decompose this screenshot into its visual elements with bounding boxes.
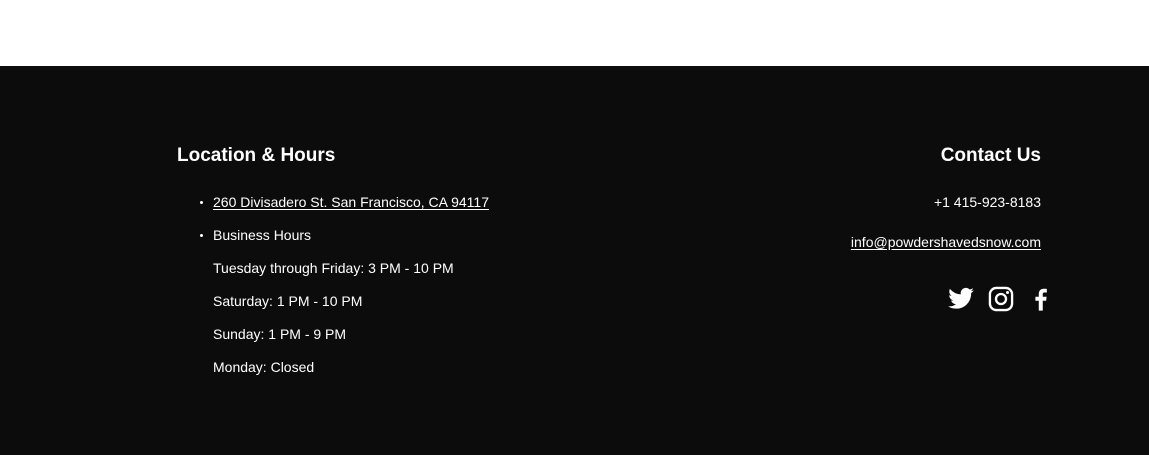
- location-hours-section: Location & Hours 260 Divisadero St. San …: [177, 144, 597, 375]
- hours-tuesday-friday: Tuesday through Friday: 3 PM - 10 PM: [213, 260, 454, 276]
- twitter-icon[interactable]: [947, 285, 975, 313]
- contact-section: Contact Us +1 415-923-8183 info@powdersh…: [741, 144, 1047, 312]
- hours-sunday: Sunday: 1 PM - 9 PM: [213, 326, 347, 342]
- location-hours-list: 260 Divisadero St. San Francisco, CA 941…: [200, 193, 613, 391]
- site-footer: Location & Hours 260 Divisadero St. San …: [0, 66, 1149, 455]
- contact-heading: Contact Us: [940, 145, 1041, 166]
- address-link[interactable]: 260 Divisadero St. San Francisco, CA 941…: [213, 194, 489, 210]
- facebook-icon[interactable]: [1027, 285, 1055, 313]
- location-hours-heading: Location & Hours: [177, 145, 336, 166]
- business-hours-label: Business Hours: [200, 226, 613, 244]
- hours-saturday: Saturday: 1 PM - 10 PM: [213, 293, 363, 309]
- instagram-icon[interactable]: [987, 285, 1015, 313]
- social-links: [947, 285, 1055, 313]
- phone-number[interactable]: +1 415-923-8183: [934, 193, 1041, 211]
- address-item: 260 Divisadero St. San Francisco, CA 941…: [200, 193, 613, 211]
- email-link[interactable]: info@powdershavedsnow.com: [851, 234, 1041, 250]
- page-top-area: [0, 0, 1149, 66]
- hours-monday: Monday: Closed: [213, 359, 315, 375]
